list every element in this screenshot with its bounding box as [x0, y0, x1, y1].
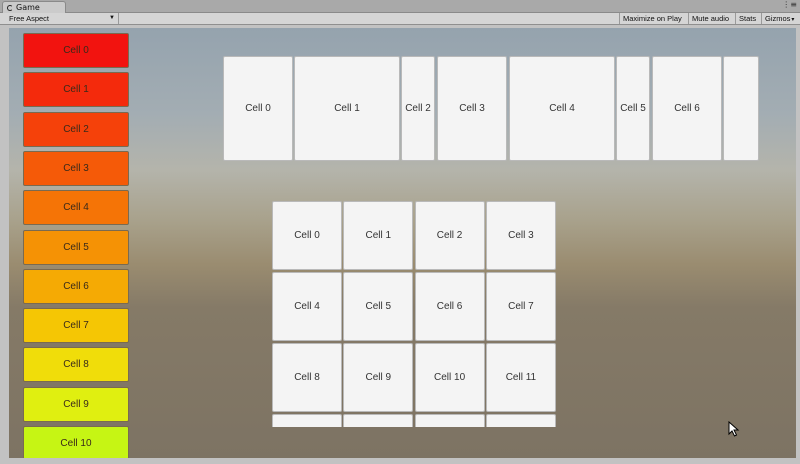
horizontal-cell[interactable]: Cell 3	[437, 56, 507, 161]
grid-cell[interactable]: Cell 4	[272, 272, 342, 341]
horizontal-cell[interactable]: Cell 6	[652, 56, 722, 161]
maximize-on-play-button[interactable]: Maximize on Play	[619, 13, 685, 24]
vertical-cell[interactable]: Cell 1	[23, 72, 129, 108]
game-icon	[7, 5, 13, 11]
mouse-cursor-icon	[728, 421, 740, 437]
game-viewport: Cell 0 Cell 1 Cell 2 Cell 3 Cell 4 Cell 5 Cell…	[9, 28, 796, 458]
tab-menu-icon[interactable]: ⋮≡	[782, 0, 797, 10]
aspect-label: Free Aspect	[9, 14, 50, 23]
horizontal-cell[interactable]: Cell 5	[616, 56, 650, 161]
grid-cell[interactable]	[343, 414, 414, 427]
gizmos-button[interactable]: Gizmos▾	[761, 13, 797, 24]
grid-cell[interactable]: Cell 5	[343, 272, 414, 341]
horizontal-cell[interactable]: Cell 1	[294, 56, 400, 161]
stats-button[interactable]: Stats	[735, 13, 759, 24]
grid-cell[interactable]	[414, 414, 485, 427]
grid-cell[interactable]: Cell 6	[414, 272, 485, 341]
grid-cell[interactable]: Cell 3	[485, 201, 556, 270]
grid-cell[interactable]: Cell 9	[343, 343, 414, 412]
tab-game-label: Game	[16, 3, 40, 12]
grid-cell[interactable]: Cell 11	[485, 343, 556, 412]
horizontal-cell[interactable]: Cell 0	[223, 56, 293, 161]
vertical-cell[interactable]: Cell 3	[23, 150, 129, 186]
vertical-cell[interactable]: Cell 0	[23, 33, 129, 68]
horizontal-cell[interactable]	[723, 56, 759, 161]
unity-game-window: Game ⋮≡ Free Aspect ▼ Maximize on Play M…	[0, 0, 800, 464]
grid-cell[interactable]: Cell 1	[343, 201, 414, 270]
grid-cell[interactable]: Cell 10	[414, 343, 485, 412]
grid-cell[interactable]: Cell 0	[272, 201, 342, 270]
vertical-cell[interactable]: Cell 6	[23, 268, 129, 304]
grid-cell[interactable]: Cell 8	[272, 343, 342, 412]
horizontal-cell[interactable]: Cell 4	[509, 56, 615, 161]
grid-cell[interactable]: Cell 7	[485, 272, 556, 341]
vertical-cell[interactable]: Cell 2	[23, 111, 129, 147]
aspect-dropdown[interactable]: Free Aspect ▼	[1, 13, 119, 24]
vertical-cell[interactable]: Cell 8	[23, 347, 129, 383]
tab-bar: Game ⋮≡	[0, 0, 800, 13]
vertical-cell[interactable]: Cell 5	[23, 229, 129, 265]
vertical-cell[interactable]: Cell 7	[23, 308, 129, 344]
grid-cell[interactable]	[485, 414, 556, 427]
grid-cell[interactable]: Cell 2	[414, 201, 485, 270]
grid-cell[interactable]	[272, 414, 342, 427]
vertical-cell[interactable]: Cell 4	[23, 190, 129, 226]
gizmos-arrow-icon: ▾	[791, 17, 795, 23]
gizmos-label: Gizmos	[765, 14, 791, 23]
game-toolbar: Free Aspect ▼ Maximize on Play Mute audi…	[0, 13, 800, 25]
mute-audio-button[interactable]: Mute audio	[688, 13, 732, 24]
vertical-cell[interactable]: Cell 9	[23, 386, 129, 422]
horizontal-cell[interactable]: Cell 2	[401, 56, 435, 161]
vertical-cell[interactable]: Cell 10	[23, 426, 129, 458]
dropdown-arrow-icon: ▼	[109, 15, 115, 21]
tab-game[interactable]: Game	[2, 1, 66, 13]
